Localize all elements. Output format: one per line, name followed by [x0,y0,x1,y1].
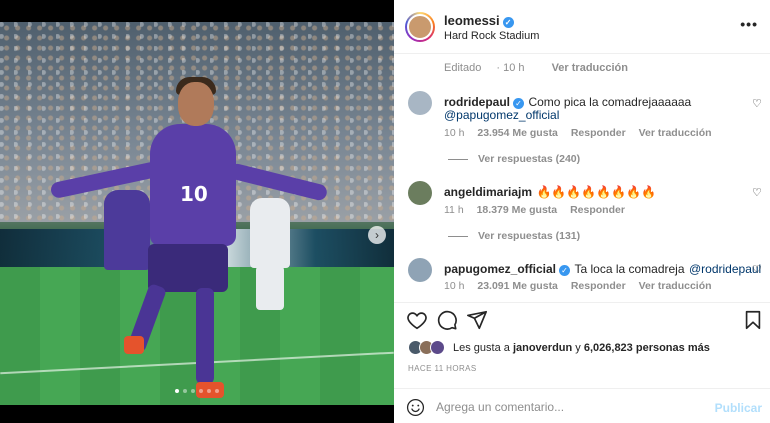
reply-button[interactable]: Responder [571,280,626,292]
comment-likes[interactable]: 18.379 Me gusta [477,204,558,216]
comment-avatar[interactable] [408,181,432,205]
comment-likes[interactable]: 23.954 Me gusta [477,127,558,139]
heart-icon[interactable] [406,309,428,331]
comment-likes[interactable]: 23.091 Me gusta [477,280,558,292]
comment-time[interactable]: 10 h [444,127,464,139]
avatar [407,14,433,40]
opponent-player-legs [256,266,284,310]
heart-icon[interactable]: ♡ [752,99,762,110]
player-right-leg [196,288,214,384]
liker-username[interactable]: janoverdun [513,342,572,354]
liker-avatar [430,340,445,355]
post-panel: leomessi ✓ Hard Rock Stadium ••• Editado … [394,0,770,423]
carousel-dots [0,389,394,393]
view-replies-button[interactable]: Ver respuestas (240) [448,153,580,165]
edited-label: Editado · 10 h [444,62,525,74]
comment-meta: 10 h 23.954 Me gusta Responder Ver tradu… [444,127,722,139]
liker-avatars [408,340,445,355]
share-icon[interactable] [466,309,488,331]
view-replies-button[interactable]: Ver respuestas (131) [448,230,580,242]
author-username[interactable]: leomessi ✓ [444,13,514,28]
comment-meta: 10 h 23.091 Me gusta Responder Ver tradu… [444,280,722,292]
comment-body: angeldimariajm 🔥🔥🔥🔥🔥🔥🔥🔥 [444,183,656,201]
comment-username[interactable]: rodridepaul [444,95,510,109]
view-replies-label[interactable]: Ver respuestas (131) [478,230,580,242]
comment-time[interactable]: 11 h [444,204,464,216]
opponent-player [250,198,290,268]
post-timestamp[interactable]: HACE 11 HORAS [408,364,477,373]
view-replies-label[interactable]: Ver respuestas (240) [478,153,580,165]
likes-connector: y [575,341,581,354]
likes-prefix: Les gusta a [453,341,510,354]
likes-count[interactable]: 6,026,823 personas más [584,342,710,354]
reply-button[interactable]: Responder [570,204,625,216]
comment-composer: Publicar [394,388,770,423]
carousel-dot [183,389,187,393]
heart-icon[interactable]: ♡ [752,265,762,276]
carousel-dot [199,389,203,393]
comment-body: papugomez_official ✓ Ta loca la comadreja… [444,260,761,278]
comment-text: Ta loca la comadreja [574,262,685,276]
post-photo[interactable]: 10 › [0,22,394,405]
post-location[interactable]: Hard Rock Stadium [444,30,539,42]
comment-time[interactable]: 10 h [444,280,464,292]
likes-text: Les gusta a janoverdun y 6,026,823 perso… [453,342,710,354]
comment-avatar[interactable] [408,258,432,282]
translate-link[interactable]: Ver traducción [639,280,712,292]
carousel-dot [215,389,219,393]
carousel-dot [207,389,211,393]
heart-icon[interactable]: ♡ [752,188,762,199]
carousel-dot [191,389,195,393]
jersey-number: 10 [180,182,208,206]
publish-button[interactable]: Publicar [715,401,762,415]
author-username-text[interactable]: leomessi [444,13,500,28]
author-avatar[interactable] [405,12,435,42]
comments-list: Editado · 10 h Ver traducción rodridepau… [394,55,770,300]
player-left-boot [124,336,144,354]
verified-badge-icon: ✓ [502,17,514,28]
carousel-next-icon[interactable]: › [368,226,386,244]
replies-divider [448,235,468,237]
comment-mention[interactable]: @papugomez_official [444,108,559,122]
likes-summary[interactable]: Les gusta a janoverdun y 6,026,823 perso… [408,340,710,355]
reply-button[interactable]: Responder [571,127,626,139]
post-media: 10 › [0,0,394,423]
replies-divider [448,158,468,160]
comment-icon[interactable] [436,309,458,331]
player-shorts [148,244,228,292]
previous-comment-meta: Editado · 10 h Ver traducción [444,62,640,74]
action-bar [394,302,770,336]
verified-badge-icon: ✓ [559,265,571,276]
post-header: leomessi ✓ Hard Rock Stadium ••• [394,0,770,54]
comment-input[interactable] [436,396,706,418]
translate-link[interactable]: Ver traducción [552,62,628,74]
comment-text: Como pica la comadrejaaaaaa [528,95,692,109]
background-player [104,190,150,270]
comment-mention[interactable]: @rodridepaul [689,262,761,276]
comment-avatar[interactable] [408,91,432,115]
comment-text: 🔥🔥🔥🔥🔥🔥🔥🔥 [536,185,657,199]
comment-meta: 11 h 18.379 Me gusta Responder [444,204,635,216]
comment-username[interactable]: angeldimariajm [444,185,532,199]
translate-link[interactable]: Ver traducción [639,127,712,139]
bookmark-icon[interactable] [742,309,764,331]
comment-username[interactable]: papugomez_official [444,262,556,276]
more-horizontal-icon[interactable]: ••• [740,16,758,32]
emoji-icon[interactable] [406,398,425,417]
carousel-dot [175,389,179,393]
player-head [178,82,214,126]
